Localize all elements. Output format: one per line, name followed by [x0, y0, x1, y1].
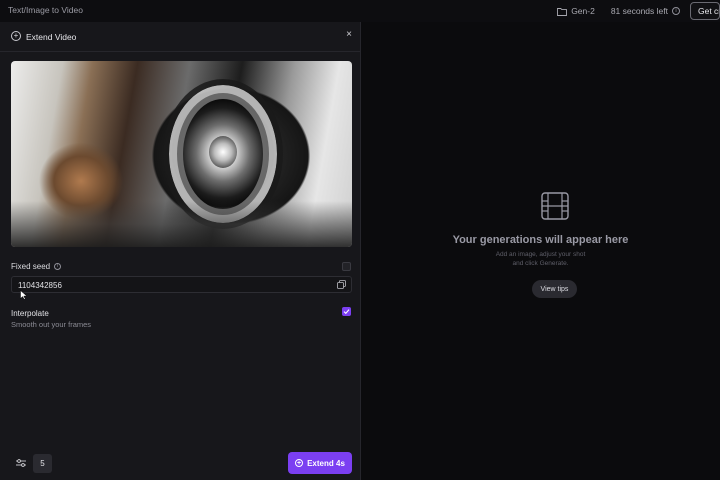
extend-video-panel: + Extend Video × Fixed seed i 1104342856…: [0, 22, 361, 480]
film-icon: [541, 192, 569, 220]
video-preview[interactable]: [11, 61, 352, 247]
empty-subtitle-line2: and click Generate.: [512, 260, 569, 267]
folder-icon: [557, 7, 568, 16]
breadcrumb[interactable]: Text/Image to Video: [8, 5, 83, 15]
seed-input[interactable]: 1104342856: [11, 276, 352, 293]
fixed-seed-label-row: Fixed seed i: [11, 262, 62, 271]
panel-header: + Extend Video ×: [0, 22, 361, 52]
preview-hub: [209, 136, 237, 168]
preview-floor: [11, 201, 352, 247]
check-icon: [343, 309, 350, 315]
interpolate-checkbox[interactable]: [342, 307, 351, 316]
top-bar: Text/Image to Video Gen-2 81 seconds lef…: [0, 0, 720, 22]
close-icon[interactable]: ×: [346, 30, 352, 40]
generation-count[interactable]: 5: [33, 454, 52, 473]
cursor-icon: [20, 290, 28, 300]
extend-button-label: Extend 4s: [307, 458, 345, 468]
info-icon[interactable]: i: [54, 263, 62, 270]
interpolate-label: Interpolate: [11, 309, 49, 318]
sliders-icon: [16, 459, 26, 467]
credits-status: 81 seconds left i: [611, 6, 680, 16]
fixed-seed-checkbox[interactable]: [342, 262, 351, 271]
empty-headline: Your generations will appear here: [452, 234, 629, 246]
settings-button[interactable]: [11, 454, 31, 472]
empty-subtitle: Add an image, adjust your shot and click…: [361, 250, 720, 268]
folder-selector[interactable]: Gen-2: [557, 6, 595, 16]
interpolate-subtitle: Smooth out your frames: [11, 320, 92, 329]
generations-area: Your generations will appear here Add an…: [361, 22, 720, 480]
credits-label: 81 seconds left: [610, 6, 668, 16]
info-icon[interactable]: i: [672, 7, 680, 15]
copy-icon[interactable]: [337, 280, 346, 289]
view-tips-button[interactable]: View tips: [532, 280, 577, 298]
seed-value: 1104342856: [18, 281, 62, 290]
empty-subtitle-line1: Add an image, adjust your shot: [495, 251, 586, 258]
panel-title: Extend Video: [26, 32, 77, 42]
top-bar-right: Gen-2 81 seconds left i Get credits: [557, 0, 720, 22]
get-credits-button[interactable]: Get credits: [690, 2, 720, 20]
folder-label: Gen-2: [571, 6, 595, 16]
extend-icon: +: [11, 31, 21, 41]
fixed-seed-label: Fixed seed: [11, 262, 51, 271]
plus-circle-icon: +: [295, 459, 304, 467]
extend-button[interactable]: + Extend 4s: [288, 452, 352, 474]
